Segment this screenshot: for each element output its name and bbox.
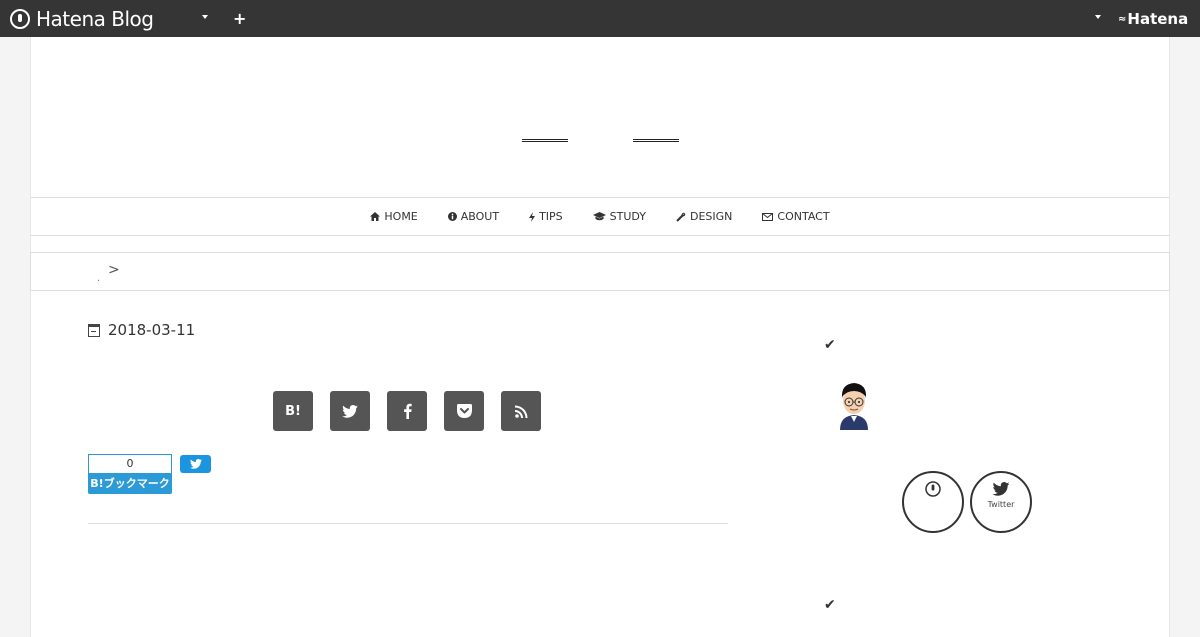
entry-date: 2018-03-11: [88, 321, 195, 339]
breadcrumb-home-link[interactable]: .: [97, 273, 100, 284]
twitter-profile-link[interactable]: Twitter: [970, 471, 1032, 533]
twitter-icon: [189, 459, 202, 469]
hatena-icon: [925, 481, 941, 497]
hatena-profile-link[interactable]: [902, 471, 964, 533]
bolt-icon: [529, 211, 536, 222]
hatena-bookmark-icon: B!: [285, 403, 301, 419]
nav-home[interactable]: HOME: [370, 210, 418, 223]
home-icon: [370, 212, 381, 221]
nav-design-label: DESIGN: [690, 210, 733, 223]
nav-home-label: HOME: [384, 210, 418, 223]
entry-date-text[interactable]: 2018-03-11: [108, 321, 195, 339]
bookmark-count: 0: [88, 454, 172, 474]
hatena-logo-text: Hatena: [1127, 10, 1189, 28]
blog-title-decoration-right: [633, 139, 679, 142]
blog-title-decoration-left: [522, 139, 568, 142]
nav-about-label: ABOUT: [460, 210, 500, 223]
hatena-blog-icon: [10, 9, 30, 29]
twitter-link-label: Twitter: [987, 500, 1015, 509]
blog-header: [31, 37, 1169, 197]
bookmark-button-label: B!ブックマーク: [88, 474, 172, 494]
nav-tips[interactable]: TIPS: [529, 210, 563, 223]
nav-study-label: STUDY: [609, 210, 647, 223]
breadcrumb: . >: [30, 252, 1170, 291]
nav-about[interactable]: ABOUT: [447, 210, 500, 223]
share-hatena-bookmark-button[interactable]: B!: [273, 391, 313, 431]
share-rss-button[interactable]: [501, 391, 541, 431]
hatena-home-link[interactable]: ≈ Hatena: [1118, 10, 1188, 28]
facebook-icon: [403, 403, 412, 419]
twitter-icon: [342, 404, 358, 418]
breadcrumb-separator: >: [108, 262, 120, 278]
nav-contact-label: CONTACT: [777, 210, 830, 223]
hatena-blog-logo[interactable]: Hatena Blog: [10, 7, 154, 31]
calendar-icon: [88, 323, 100, 337]
graduation-cap-icon: [592, 212, 606, 221]
blog-menu-caret-icon[interactable]: [202, 15, 208, 19]
nav-design[interactable]: DESIGN: [676, 210, 732, 223]
blog-container: HOME ABOUT TIPS STUDY DESIGN CONTACT . >…: [30, 37, 1170, 637]
hatena-bookmark-counter[interactable]: 0 B!ブックマーク: [88, 454, 172, 494]
global-navigation: HOME ABOUT TIPS STUDY DESIGN CONTACT: [31, 197, 1169, 236]
nav-contact[interactable]: CONTACT: [762, 210, 830, 223]
pocket-icon: [456, 404, 472, 418]
plus-icon[interactable]: +: [233, 9, 246, 28]
check-icon: ✔: [824, 597, 836, 613]
check-icon: ✔: [824, 337, 836, 353]
brand-text: Hatena Blog: [36, 7, 154, 31]
rss-icon: [514, 405, 527, 418]
share-pocket-button[interactable]: [444, 391, 484, 431]
entry-divider: [88, 523, 728, 524]
envelope-icon: [762, 212, 774, 221]
twitter-icon: [992, 482, 1010, 496]
profile-avatar[interactable]: [837, 380, 871, 430]
hatena-wave-icon: ≈: [1118, 13, 1127, 25]
share-twitter-button[interactable]: [330, 391, 370, 431]
account-menu-caret-icon[interactable]: [1095, 15, 1101, 19]
nav-study[interactable]: STUDY: [592, 210, 647, 223]
tweet-button[interactable]: [180, 455, 211, 473]
hatena-top-bar: Hatena Blog + ≈ Hatena: [0, 0, 1200, 37]
share-facebook-button[interactable]: [387, 391, 427, 431]
info-icon: [447, 212, 457, 221]
nav-tips-label: TIPS: [539, 210, 563, 223]
wrench-icon: [676, 212, 686, 221]
